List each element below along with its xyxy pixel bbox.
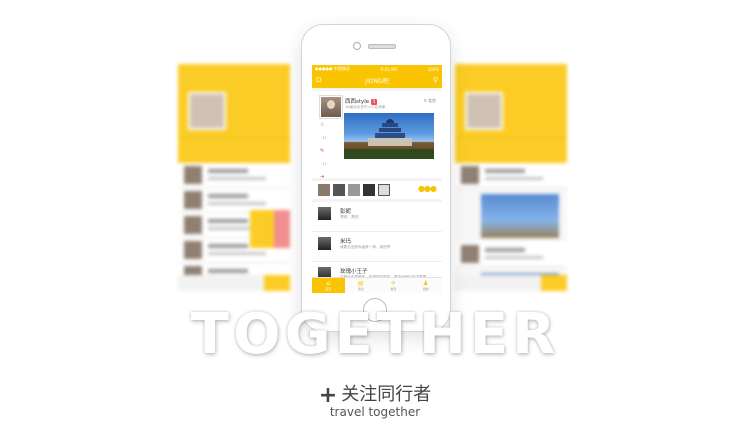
tab-discover[interactable]: ✈ 发现 — [377, 278, 410, 293]
right-preview-photo — [481, 194, 559, 238]
list-item-message: 漂亮！漂亮！ — [340, 215, 362, 219]
message-icon: ▤ — [357, 280, 364, 287]
slogan-subtitle: travel together — [329, 405, 421, 419]
list-item[interactable]: 米玛 我要去这座寺庙拜一拜，我的梦 — [312, 232, 442, 262]
left-preview-tabs — [178, 138, 290, 163]
comment-count: 11 — [322, 162, 327, 166]
more-companions-button[interactable]: ●●● — [418, 184, 437, 193]
tab-messages[interactable]: ▤ 消息 — [345, 278, 378, 293]
star-icon: ☆ — [320, 122, 325, 128]
right-preview-tabbar — [455, 275, 567, 291]
tab-discover-label: 发现 — [390, 287, 397, 291]
tab-home-label: 首页 — [325, 287, 332, 291]
left-preview-delete-action — [274, 210, 290, 248]
status-time: 9:41 AM — [380, 66, 397, 72]
app-screen: ●●●●● 中国移动 9:41 AM 100% ⊡ JIONG吧 ⚲ 西西sty… — [312, 65, 442, 293]
right-preview-screen — [455, 64, 567, 291]
avatar[interactable] — [318, 237, 331, 250]
app-title: JIONG吧 — [365, 78, 389, 85]
tab-bar: ⌂ 首页 ▤ 消息 ✈ 发现 ♟ 我的 — [312, 277, 442, 293]
carrier-label: ●●●●● 中国移动 — [315, 66, 350, 71]
slogan-text: 关注同行者 — [341, 384, 432, 405]
left-preview-profile — [178, 82, 290, 138]
tab-profile-label: 我的 — [422, 287, 429, 291]
companion-avatar[interactable] — [333, 184, 345, 196]
battery-label: 100% — [427, 66, 439, 72]
companion-avatar[interactable] — [318, 184, 330, 196]
speaker-grille — [368, 44, 396, 49]
location-text: 北京 — [428, 98, 436, 103]
slogan: + 关注同行者 — [0, 380, 750, 408]
author-tagline: 16级北京多巴人小区到家 — [345, 105, 386, 109]
author-avatar[interactable] — [320, 96, 342, 118]
headline-together: TOGETHER — [190, 302, 560, 367]
search-icon[interactable]: ⚲ — [433, 76, 438, 84]
list-item-name: 米玛 — [340, 239, 352, 245]
author-badge: 5 — [371, 98, 378, 105]
home-icon: ⌂ — [326, 280, 331, 287]
list-item[interactable]: 彭妮 漂亮！漂亮！ — [312, 202, 442, 232]
nav-bar: ⊡ JIONG吧 ⚲ — [312, 73, 442, 88]
user-icon: ♟ — [423, 280, 429, 287]
tab-home[interactable]: ⌂ 首页 — [312, 278, 345, 293]
tab-messages-label: 消息 — [357, 287, 364, 291]
companion-avatar[interactable] — [348, 184, 360, 196]
companion-avatar[interactable] — [363, 184, 375, 196]
left-preview-navbar — [178, 64, 290, 82]
avatar[interactable] — [318, 207, 331, 220]
author-name[interactable]: 西西style 5 — [345, 97, 378, 105]
post-card[interactable]: 西西style5 16级北京多巴人小区到家 ⚲ 北京 ☆17 ✎11 ⇥35 — [312, 91, 442, 192]
companion-avatars: ●●● — [312, 181, 442, 199]
tab-profile[interactable]: ♟ 我的 — [410, 278, 443, 293]
left-preview-screen — [178, 64, 290, 291]
comment-button[interactable]: ✎ 11 — [320, 145, 326, 171]
right-preview-tabs — [455, 138, 567, 163]
left-preview-tabbar — [178, 275, 290, 291]
post-photo[interactable] — [344, 113, 434, 159]
temple-illustration — [368, 119, 412, 146]
plane-icon: ✈ — [390, 280, 396, 287]
right-preview-navbar — [455, 64, 567, 82]
pencil-icon: ✎ — [320, 148, 325, 154]
phone-mockup: ●●●●● 中国移动 9:41 AM 100% ⊡ JIONG吧 ⚲ 西西sty… — [301, 24, 451, 332]
list-item-message: 我要去这座寺庙拜一拜，我的梦 — [340, 245, 391, 249]
right-preview-row — [455, 163, 567, 188]
favorite-count: 17 — [322, 136, 327, 140]
right-preview-profile — [455, 82, 567, 138]
companion-avatar[interactable] — [378, 184, 390, 196]
status-bar: ●●●●● 中国移动 9:41 AM 100% — [312, 65, 442, 73]
list-item-name: 彭妮 — [340, 209, 352, 215]
favorite-button[interactable]: ☆ 17 — [320, 119, 326, 145]
camera-icon — [353, 42, 361, 50]
right-preview-row — [455, 242, 567, 267]
list-item-name: 玫瑰小王子 — [340, 269, 368, 275]
location-label: ⚲ 北京 — [423, 98, 436, 103]
left-preview-row — [178, 163, 290, 188]
